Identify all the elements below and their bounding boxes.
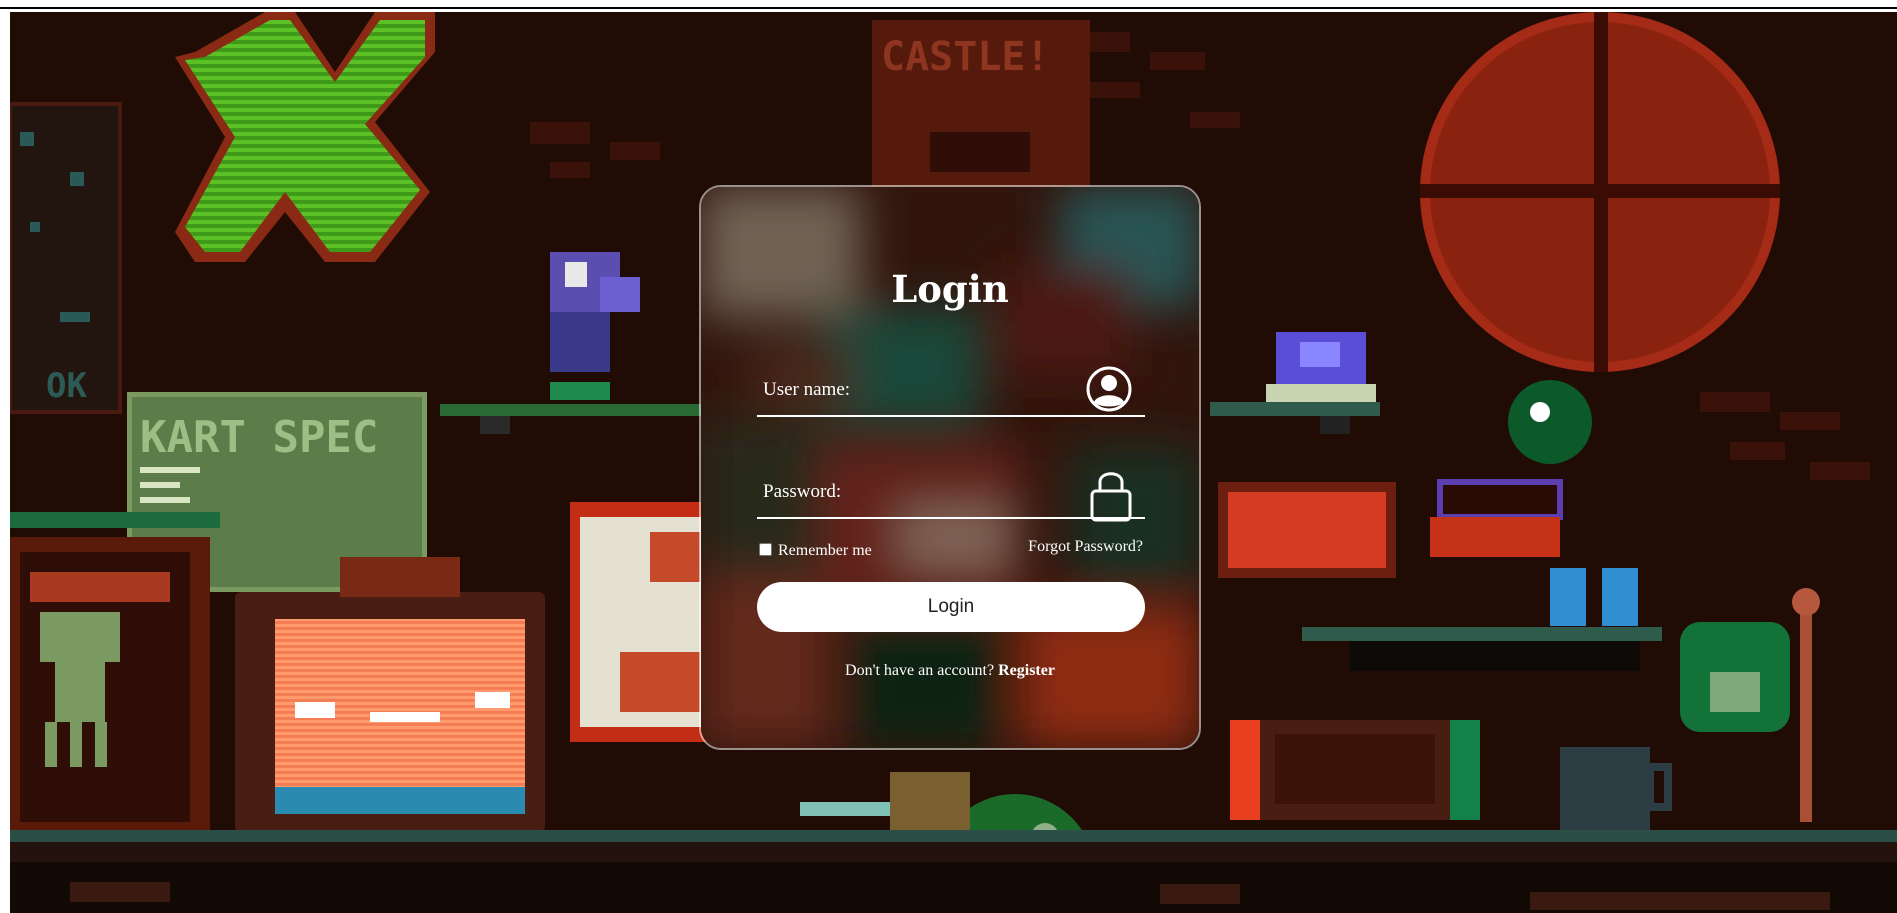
register-prompt-text: Don't have an account? [845,662,995,679]
login-title: Login [891,267,1009,311]
browser-top-edge [0,0,1897,9]
password-input[interactable] [761,471,1085,513]
user-circle-icon [1085,365,1133,417]
register-link[interactable]: Register [998,662,1055,679]
username-field-wrapper [757,355,1145,417]
castle-poster-text: CASTLE! [881,34,1050,80]
lock-icon [1089,467,1133,527]
forgot-password-link[interactable]: Forgot Password? [1028,538,1143,556]
password-field-wrapper [757,457,1145,522]
wall-sign-text: OK [46,366,87,406]
login-card: Login Remember me Forgot Password? Login… [699,185,1201,750]
login-button[interactable]: Login [757,582,1145,632]
remember-me-checkbox[interactable] [759,542,772,556]
remember-me-option[interactable]: Remember me [759,542,872,560]
kart-spec-poster-text: KART SPEC [140,412,378,463]
register-prompt-line: Don't have an account? Register [701,662,1199,680]
username-input[interactable] [761,369,1085,411]
remember-me-label: Remember me [778,542,872,559]
